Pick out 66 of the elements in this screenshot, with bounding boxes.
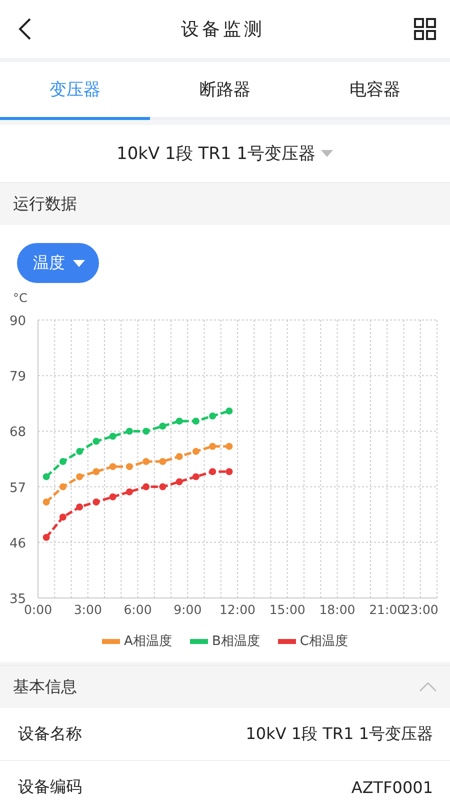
field-label: 设备编码 <box>18 776 82 798</box>
data-point <box>42 498 50 506</box>
data-point <box>226 468 233 476</box>
data-point <box>59 514 66 521</box>
data-point <box>109 463 116 470</box>
x-tick-label: 18:00 <box>319 602 356 617</box>
device-dropdown[interactable]: 10kV 1段 TR1 1号变压器 <box>116 142 334 165</box>
data-point <box>192 448 200 455</box>
data-point <box>176 418 183 425</box>
data-point <box>92 468 100 476</box>
data-point <box>76 473 84 480</box>
section-title: 基本信息 <box>13 676 77 698</box>
x-tick-label: 6:00 <box>124 602 152 617</box>
data-point <box>126 488 133 496</box>
y-tick-label: 68 <box>9 425 26 440</box>
caret-icon <box>73 260 85 266</box>
y-tick-label: 35 <box>9 592 26 607</box>
y-tick-label: 57 <box>9 480 26 496</box>
back-icon[interactable] <box>18 17 32 41</box>
field-value: 10kV 1段 TR1 1号变压器 <box>246 724 433 744</box>
data-point <box>159 458 166 466</box>
data-point <box>226 442 233 450</box>
x-tick-label: 0:00 <box>24 602 52 617</box>
data-point <box>59 458 66 466</box>
metric-dropdown[interactable]: 温度 <box>17 243 99 283</box>
page-title: 设备监测 <box>181 18 265 41</box>
data-point <box>42 473 50 480</box>
data-point <box>76 504 84 511</box>
x-tick-label: 15:00 <box>269 602 306 617</box>
data-point <box>92 498 100 506</box>
legend-label: A相温度 <box>124 633 172 650</box>
data-point <box>109 493 116 500</box>
x-tick-label: 9:00 <box>174 602 202 617</box>
section-title: 运行数据 <box>13 194 77 214</box>
y-tick-label: 90 <box>9 314 26 329</box>
data-point <box>159 422 166 430</box>
data-point <box>192 473 200 480</box>
data-point <box>59 483 66 490</box>
data-point <box>192 418 200 425</box>
field-label: 设备名称 <box>18 724 82 744</box>
legend-label: C相温度 <box>300 633 348 650</box>
data-point <box>76 448 84 455</box>
x-tick-label: 3:00 <box>74 602 102 617</box>
data-point <box>176 452 183 460</box>
unit-label: °C <box>13 291 28 305</box>
grid-menu-icon[interactable] <box>414 18 436 40</box>
data-point <box>142 428 150 435</box>
data-point <box>209 442 216 450</box>
data-point <box>42 534 50 541</box>
data-point <box>142 458 150 466</box>
data-point <box>226 407 233 414</box>
data-point <box>209 468 216 476</box>
y-tick-label: 79 <box>9 370 26 385</box>
x-tick-label: 12:00 <box>219 602 256 617</box>
caret-icon <box>321 150 334 157</box>
legend-label: B相温度 <box>212 633 260 650</box>
data-point <box>109 432 116 440</box>
field-value: AZTF0001 <box>351 778 433 796</box>
data-point <box>126 428 133 435</box>
y-tick-label: 46 <box>9 536 26 552</box>
data-point <box>92 438 100 445</box>
data-point <box>126 463 133 470</box>
data-point <box>209 412 216 420</box>
data-point <box>159 483 166 490</box>
data-point <box>142 483 150 490</box>
data-point <box>176 478 183 486</box>
